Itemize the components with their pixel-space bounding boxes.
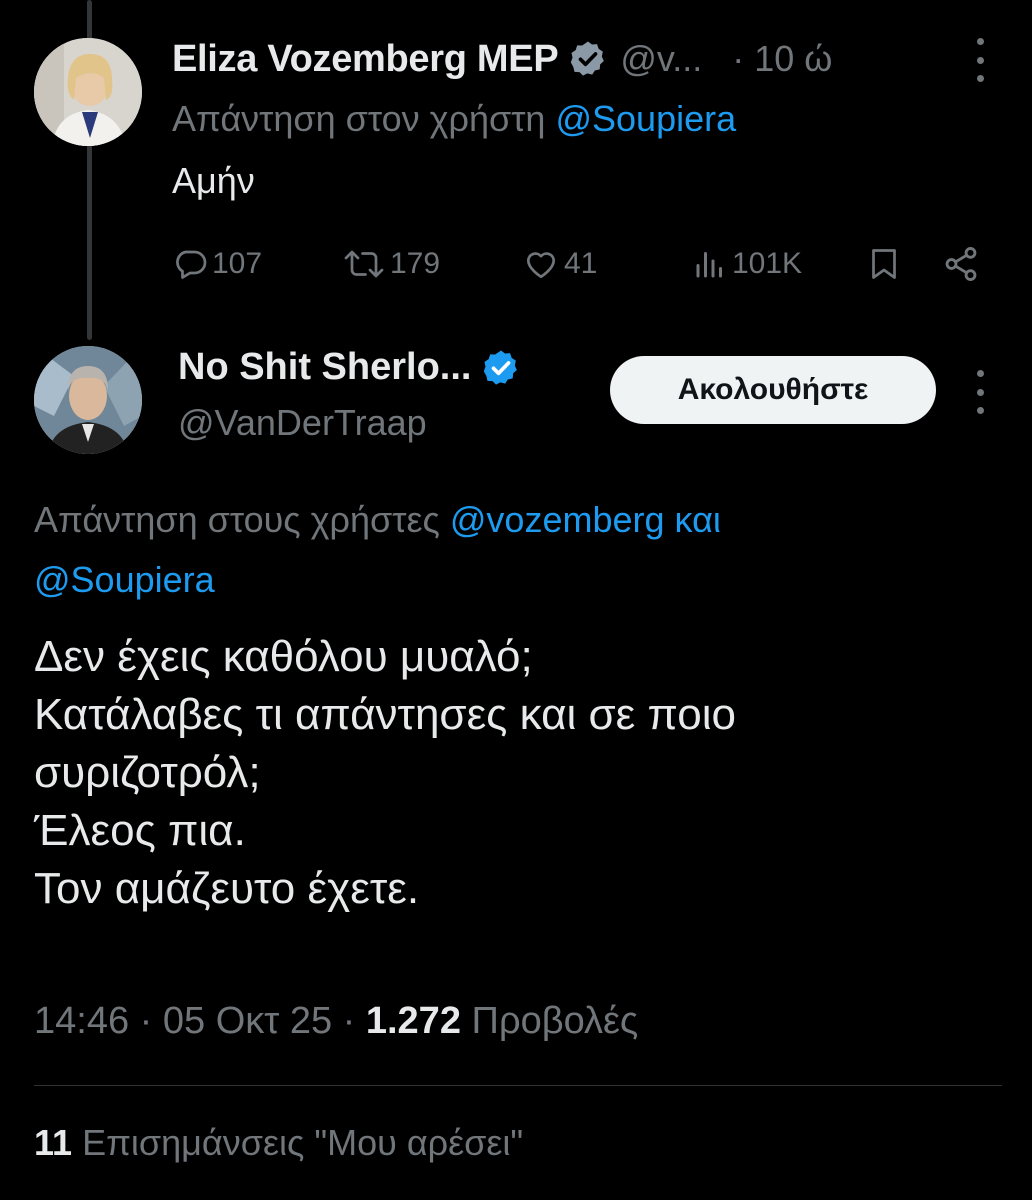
tweet1-header: Eliza Vozemberg MEP @v... · 10 ώ (172, 32, 992, 86)
likes-summary[interactable]: 11 Επισημάνσεις "Μου αρέσει" (34, 1122, 523, 1164)
reply-conjunction: και (674, 499, 721, 540)
reply-mention-vozemberg[interactable]: @vozemberg (450, 499, 665, 540)
reply-mention-soupiera[interactable]: @Soupiera (555, 98, 736, 139)
follow-button[interactable]: Ακολουθήστε (610, 356, 936, 424)
tweet2-text-line: Δεν έχεις καθόλου μυαλό; (34, 632, 533, 681)
tweet1-display-name[interactable]: Eliza Vozemberg MEP (172, 38, 559, 81)
verified-badge-icon (568, 39, 608, 79)
views-count: 101K (732, 247, 803, 280)
tweet1-time[interactable]: · 10 ώ (732, 38, 832, 80)
avatar-image (34, 38, 142, 146)
tweet-thread: Eliza Vozemberg MEP @v... · 10 ώ Απάντησ… (0, 0, 1032, 1200)
retweet-icon (344, 250, 384, 278)
tweet2-reply-context: Απάντηση στους χρήστες @vozemberg και @S… (34, 490, 721, 610)
tweet2-text-line: Έλεος πια. (34, 806, 246, 855)
views-button[interactable]: 101K (692, 238, 802, 290)
tweet1-text: Αμήν (172, 160, 255, 201)
share-icon (945, 247, 977, 281)
tweet2-views-count: 1.272 (365, 1000, 461, 1042)
tweet1-action-bar: 107 179 41 101K (172, 238, 992, 290)
views-icon (696, 252, 722, 278)
tweet2-timestamp[interactable]: 14:46 · 05 Οκτ 25 · (34, 1000, 355, 1042)
reply-icon (176, 250, 207, 279)
tweet2-text-line: συριζοτρόλ; (34, 748, 261, 797)
tweet2-views-label: Προβολές (471, 1000, 639, 1042)
tweet2-meta: 14:46 · 05 Οκτ 25 · 1.272 Προβολές (34, 1000, 638, 1043)
reply-prefix: Απάντηση στον χρήστη (172, 98, 546, 139)
tweet2-text: Δεν έχεις καθόλου μυαλό; Κατάλαβες τι απ… (34, 628, 994, 918)
reply-prefix: Απάντηση στους χρήστες (34, 499, 440, 540)
retweet-button[interactable]: 179 (342, 238, 440, 290)
tweet2-display-name[interactable]: No Shit Sherlo... (178, 346, 471, 389)
bookmark-button[interactable] (866, 238, 902, 290)
likes-label: Επισημάνσεις "Μου αρέσει" (82, 1122, 524, 1163)
reply-mention-soupiera[interactable]: @Soupiera (34, 559, 215, 600)
like-button[interactable]: 41 (522, 238, 597, 290)
tweet2-header: No Shit Sherlo... (178, 346, 521, 389)
reply-button[interactable]: 107 (172, 238, 262, 290)
like-count: 41 (564, 247, 598, 280)
tweet2-handle[interactable]: @VanDerTraap (178, 402, 427, 444)
divider (34, 1085, 1002, 1086)
avatar-vandertraap[interactable] (34, 346, 142, 454)
tweet1-handle[interactable]: @v... (620, 38, 702, 80)
retweet-count: 179 (390, 247, 441, 280)
share-button[interactable] (942, 238, 980, 290)
tweet2-more-icon[interactable] (970, 370, 990, 414)
bookmark-icon (872, 249, 896, 279)
tweet1-reply-context: Απάντηση στον χρήστη @Soupiera (172, 98, 736, 140)
reply-count: 107 (212, 247, 263, 280)
tweet2-text-line: Τον αμάζευτο έχετε. (34, 864, 420, 913)
verified-badge-icon (481, 348, 521, 388)
avatar-image (34, 346, 142, 454)
avatar-eliza-vozemberg[interactable] (34, 38, 142, 146)
likes-count: 11 (34, 1122, 73, 1163)
tweet2-text-line: Κατάλαβες τι απάντησες και σε ποιο (34, 690, 736, 739)
tweet1-more-icon[interactable] (970, 38, 990, 82)
like-icon (526, 252, 556, 279)
